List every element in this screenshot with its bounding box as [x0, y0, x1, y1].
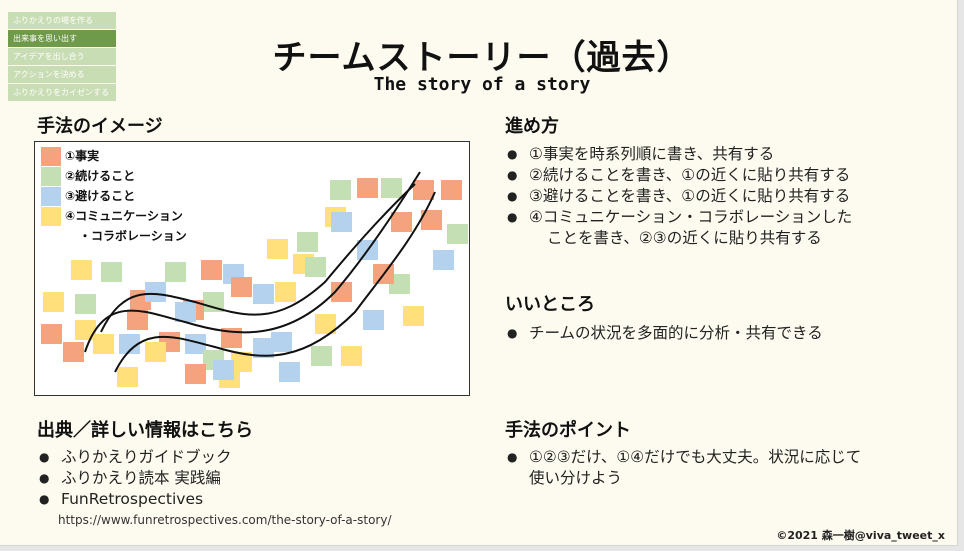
sticky-note	[363, 310, 384, 330]
sticky-note	[93, 334, 114, 354]
list-item-line: ことを書き、②③の近くに貼り共有する	[547, 229, 822, 247]
list-item: チームの状況を多面的に分析・共有できる	[505, 323, 945, 344]
sticky-note	[253, 284, 274, 304]
image-section-heading: 手法のイメージ	[37, 116, 163, 137]
sticky-note	[75, 294, 96, 314]
legend: ①事実 ②続けること ③避けること ④コミュニケーション ・コラボレーション	[41, 146, 187, 246]
legend-item-avoid: ③避けること	[41, 186, 187, 206]
legend-item-keep: ②続けること	[41, 166, 187, 186]
sticky-note	[305, 257, 326, 277]
sticky-note	[185, 364, 206, 384]
list-item-line: ①②③だけ、①④だけでも大丈夫。状況に応じて	[529, 448, 862, 466]
legend-label: ・コラボレーション	[79, 229, 187, 243]
sticky-note	[101, 262, 122, 282]
sticky-note	[117, 367, 138, 387]
avoid-swatch	[41, 187, 61, 206]
sources-heading: 出典／詳しい情報はこちら	[37, 420, 253, 441]
sticky-note	[311, 346, 332, 366]
sticky-note	[330, 180, 351, 200]
slide: ふりかえりの場を作る 出来事を思い出す アイデアを出し合う アクションを決める …	[0, 0, 958, 546]
keep-swatch	[41, 167, 61, 186]
source-guidebook[interactable]: ふりかえりガイドブック	[37, 447, 457, 468]
legend-item-communication: ④コミュニケーション	[41, 206, 187, 226]
sticky-note	[381, 178, 402, 198]
steps-list: ①事実を時系列順に書き、共有する ②続けることを書き、①の近くに貼り共有する ③…	[505, 144, 945, 249]
list-item: ④コミュニケーション・コラボレーションしたことを書き、②③の近くに貼り共有する	[505, 207, 945, 249]
source-url-link[interactable]: https://www.funretrospectives.com/the-st…	[58, 513, 392, 527]
sticky-note	[279, 362, 300, 382]
sticky-note	[145, 342, 166, 362]
communication-swatch	[41, 207, 61, 226]
sticky-note	[403, 306, 424, 326]
sticky-note	[145, 282, 166, 302]
good-points-heading: いいところ	[505, 294, 595, 315]
sticky-note	[297, 232, 318, 252]
legend-label: ①事実	[65, 149, 100, 163]
sticky-note	[175, 302, 196, 322]
sticky-note	[331, 212, 352, 232]
list-item: ①②③だけ、①④だけでも大丈夫。状況に応じて使い分けよう	[505, 447, 945, 489]
legend-label: ③避けること	[65, 189, 136, 203]
sticky-note	[447, 224, 468, 244]
sticky-note	[341, 346, 362, 366]
source-funretrospectives[interactable]: FunRetrospectives	[37, 489, 457, 510]
sticky-note	[231, 277, 252, 297]
copyright-credit: ©2021 森一樹@viva_tweet_x	[776, 529, 945, 542]
sticky-note	[357, 178, 378, 198]
legend-item-fact: ①事実	[41, 146, 187, 166]
list-item: ②続けることを書き、①の近くに貼り共有する	[505, 165, 945, 186]
sticky-note	[433, 250, 454, 270]
sticky-note	[41, 324, 62, 344]
sticky-note	[201, 260, 222, 280]
sources-list: ふりかえりガイドブック ふりかえり読本 実践編 FunRetrospective…	[37, 447, 457, 510]
sticky-note	[43, 292, 64, 312]
page-title: チームストーリー（過去）	[272, 38, 692, 78]
sticky-note	[267, 239, 288, 259]
legend-label: ④コミュニケーション	[65, 209, 183, 223]
sticky-note	[441, 180, 462, 200]
list-item: ③避けることを書き、①の近くに貼り共有する	[505, 186, 945, 207]
sticky-note	[63, 342, 84, 362]
sticky-note	[71, 260, 92, 280]
fact-swatch	[41, 147, 61, 166]
list-item: ①事実を時系列順に書き、共有する	[505, 144, 945, 165]
list-item-line: 使い分けよう	[529, 469, 623, 487]
sticky-note	[391, 212, 412, 232]
nav-item-create-place[interactable]: ふりかえりの場を作る	[8, 12, 116, 29]
page-subtitle: The story of a story	[373, 74, 591, 95]
method-points-list: ①②③だけ、①④だけでも大丈夫。状況に応じて使い分けよう	[505, 447, 945, 489]
sticky-note	[275, 282, 296, 302]
sticky-note	[213, 360, 234, 380]
sticky-note	[413, 180, 434, 200]
good-points-list: チームの状況を多面的に分析・共有できる	[505, 323, 945, 344]
legend-continuation: ・コラボレーション	[41, 226, 187, 246]
legend-label: ②続けること	[65, 169, 136, 183]
steps-heading: 進め方	[505, 116, 559, 137]
sticky-note	[127, 310, 148, 330]
list-item-line: ④コミュニケーション・コラボレーションした	[529, 208, 853, 226]
source-reader-practice[interactable]: ふりかえり読本 実践編	[37, 468, 457, 489]
sticky-note	[75, 320, 96, 340]
method-image: ①事実 ②続けること ③避けること ④コミュニケーション ・コラボレーション	[34, 141, 470, 396]
sticky-note	[271, 332, 292, 352]
sticky-note	[165, 262, 186, 282]
method-points-heading: 手法のポイント	[505, 420, 631, 441]
